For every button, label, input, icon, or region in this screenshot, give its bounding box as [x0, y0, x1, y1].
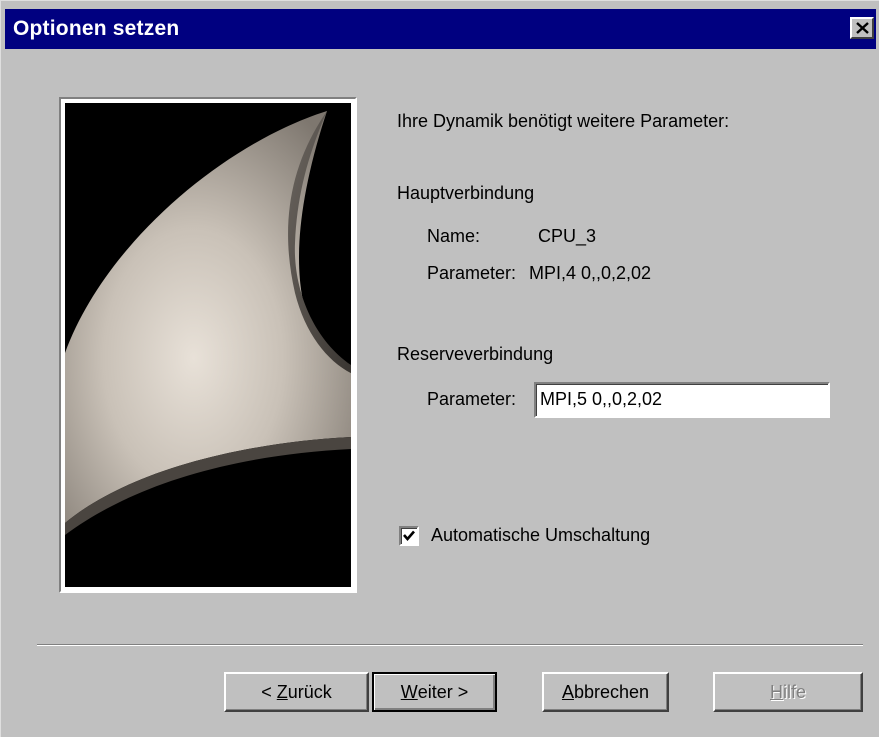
button-separator: [37, 644, 863, 646]
next-button-label: eiter >: [417, 681, 469, 702]
window-title: Optionen setzen: [13, 17, 180, 40]
title-bar[interactable]: Optionen setzen: [5, 9, 876, 49]
back-button-prefix: <: [261, 681, 277, 702]
back-button-label: urück: [287, 681, 332, 702]
back-button[interactable]: < Zurück: [224, 672, 369, 712]
help-button[interactable]: Hilfe: [713, 672, 863, 712]
cancel-button-label: bbrechen: [573, 681, 650, 702]
intro-text: Ihre Dynamik benötigt weitere Parameter:: [397, 111, 730, 131]
help-button-mnemonic: H: [769, 681, 783, 702]
dialog-window: Optionen setzen Ihre Dynamik benötigt we…: [0, 0, 879, 737]
primary-name-label: Name:: [427, 226, 481, 246]
backup-param-input[interactable]: [536, 384, 820, 414]
next-button-mnemonic: W: [400, 681, 418, 702]
auto-switch-checkbox[interactable]: [399, 526, 419, 546]
primary-param-value: MPI,4 0,,0,2,02: [529, 263, 652, 283]
back-button-mnemonic: Z: [276, 681, 288, 702]
primary-name-value: CPU_3: [538, 226, 597, 246]
backup-connection-heading: Reserveverbindung: [397, 344, 554, 364]
cancel-button-mnemonic: A: [561, 681, 574, 702]
help-button-label: ilfe: [782, 681, 806, 702]
backup-param-field-frame: [534, 382, 830, 418]
auto-switch-label[interactable]: Automatische Umschaltung: [431, 525, 650, 546]
primary-param-label: Parameter:: [427, 263, 517, 283]
wizard-image-frame: [59, 97, 357, 593]
close-button[interactable]: [850, 17, 874, 39]
checkmark-icon: [403, 530, 415, 541]
backup-param-label: Parameter:: [427, 389, 517, 409]
wizard-image: [65, 103, 351, 587]
cancel-button[interactable]: Abbrechen: [542, 672, 669, 712]
next-button[interactable]: Weiter >: [372, 672, 497, 712]
primary-connection-heading: Hauptverbindung: [397, 183, 535, 203]
close-icon: [856, 22, 869, 34]
